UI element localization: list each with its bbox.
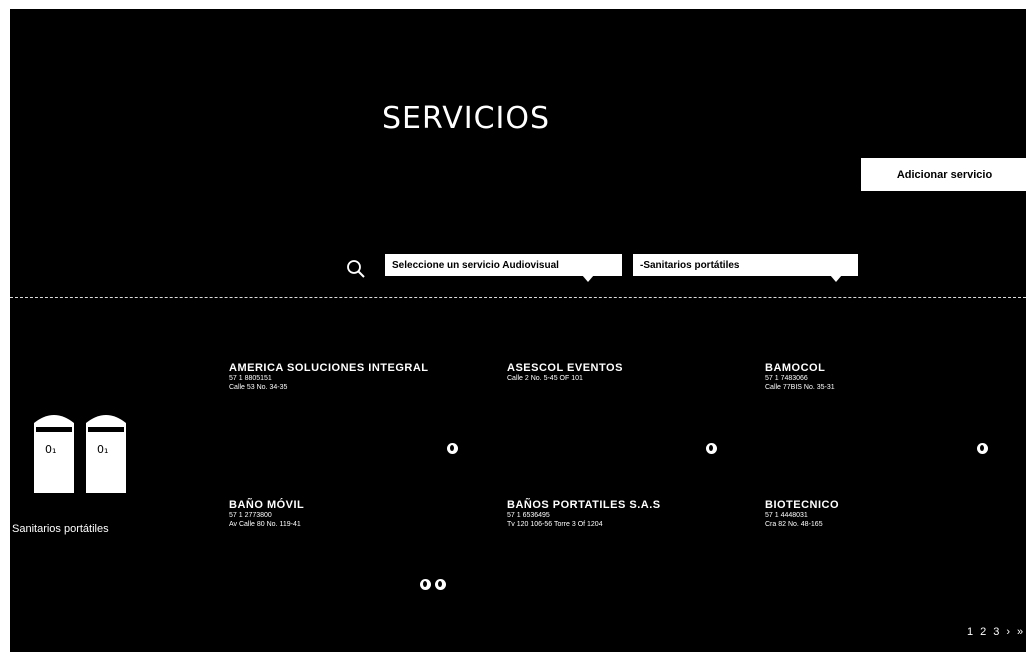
chevron-down-icon xyxy=(830,275,842,282)
add-service-button[interactable]: Adicionar servicio xyxy=(861,158,1026,191)
divider xyxy=(10,297,1026,298)
provider-name: BIOTECNICO xyxy=(765,499,840,511)
page-title: SERVICIOS xyxy=(382,101,551,136)
provider-card[interactable]: BAMOCOL 57 1 7483066 Calle 77BIS No. 35-… xyxy=(765,362,835,392)
provider-phone: 57 1 4448031 xyxy=(765,512,808,519)
category-select-value: -Sanitarios portátiles xyxy=(640,259,740,271)
provider-card[interactable]: ASESCOL EVENTOS Calle 2 No. 5-45 OF 101 xyxy=(507,362,623,383)
provider-phone: 57 1 8805151 xyxy=(229,375,272,382)
svg-text:0₁: 0₁ xyxy=(97,443,108,456)
location-icon[interactable] xyxy=(435,579,446,590)
provider-phone: 57 1 6536495 xyxy=(507,512,550,519)
provider-name: AMERICA SOLUCIONES INTEGRAL xyxy=(229,362,429,374)
page-link-1[interactable]: 1 xyxy=(967,626,973,638)
info-icon[interactable] xyxy=(420,579,431,590)
page-link-3[interactable]: 3 xyxy=(993,626,999,638)
provider-address: Calle 77BIS No. 35-31 xyxy=(765,384,835,391)
provider-card[interactable]: BAÑO MÓVIL 57 1 2773800 Av Calle 80 No. … xyxy=(229,499,304,529)
services-screen: SERVICIOS Adicionar servicio Seleccione … xyxy=(10,9,1026,652)
info-icon[interactable] xyxy=(706,443,717,454)
category-name: Sanitarios portátiles xyxy=(12,523,109,535)
provider-phone: 57 1 7483066 xyxy=(765,375,808,382)
provider-address: Cra 82 No. 48-165 xyxy=(765,521,823,528)
provider-card[interactable]: BAÑOS PORTATILES S.A.S 57 1 6536495 Tv 1… xyxy=(507,499,661,529)
provider-address: Calle 2 No. 5-45 OF 101 xyxy=(507,375,583,382)
search-icon[interactable] xyxy=(346,259,366,279)
info-icon[interactable] xyxy=(977,443,988,454)
category-select[interactable]: -Sanitarios portátiles xyxy=(633,254,858,282)
pagination: 1 2 3 › » xyxy=(967,626,1023,638)
provider-name: BAÑOS PORTATILES S.A.S xyxy=(507,499,661,511)
provider-card[interactable]: AMERICA SOLUCIONES INTEGRAL 57 1 8805151… xyxy=(229,362,429,392)
next-page-link[interactable]: › xyxy=(1006,626,1010,638)
provider-name: ASESCOL EVENTOS xyxy=(507,362,623,374)
provider-name: BAÑO MÓVIL xyxy=(229,499,305,511)
last-page-link[interactable]: » xyxy=(1017,626,1023,638)
svg-text:0₁: 0₁ xyxy=(45,443,56,456)
service-select-value: Seleccione un servicio Audiovisual xyxy=(392,259,559,271)
provider-address: Calle 53 No. 34-35 xyxy=(229,384,288,391)
provider-card[interactable]: BIOTECNICO 57 1 4448031 Cra 82 No. 48-16… xyxy=(765,499,839,529)
provider-phone: 57 1 2773800 xyxy=(229,512,272,519)
chevron-down-icon xyxy=(582,275,594,282)
provider-address: Tv 120 106-56 Torre 3 Of 1204 xyxy=(507,521,603,528)
provider-address: Av Calle 80 No. 119-41 xyxy=(229,521,301,528)
provider-name: BAMOCOL xyxy=(765,362,826,374)
info-icon[interactable] xyxy=(447,443,458,454)
page-link-2[interactable]: 2 xyxy=(980,626,986,638)
service-select[interactable]: Seleccione un servicio Audiovisual xyxy=(385,254,622,282)
portable-toilet-icon: 0₁ 0₁ xyxy=(30,409,140,495)
